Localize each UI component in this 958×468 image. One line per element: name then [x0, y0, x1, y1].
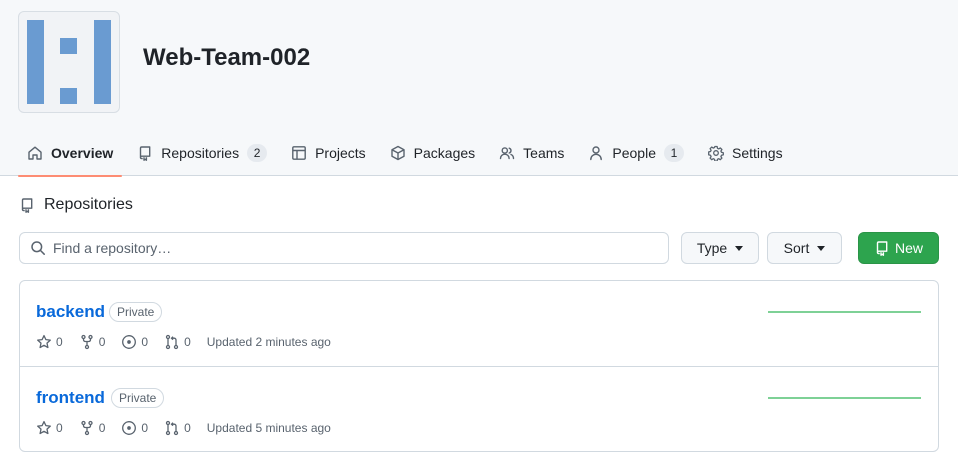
repo-name-link[interactable]: frontend — [36, 388, 105, 408]
tab-overview[interactable]: Overview — [18, 132, 123, 177]
fork-icon — [81, 420, 93, 436]
type-label: Type — [696, 240, 728, 256]
updated-time: Updated 5 minutes ago — [206, 421, 331, 435]
org-header: Web-Team-002 Overview Repositories 2 Pro… — [0, 0, 958, 177]
forks-count[interactable]: 0 — [79, 420, 105, 436]
org-avatar[interactable] — [18, 11, 120, 113]
repo-meta: 0 0 0 0 Updated 2 minutes ago — [36, 334, 331, 350]
repo-meta: 0 0 0 0 Updated 5 minutes ago — [36, 420, 331, 436]
fork-icon — [81, 334, 93, 350]
repo-item: frontend Private 0 0 0 0 Updated 5 minut… — [20, 366, 938, 451]
visibility-badge: Private — [111, 388, 165, 408]
new-repo-button[interactable]: New — [858, 232, 939, 264]
package-icon — [390, 145, 405, 161]
repo-icon — [21, 198, 33, 213]
caret-down-icon — [817, 245, 826, 251]
caret-down-icon — [735, 245, 744, 251]
tab-repositories[interactable]: Repositories 2 — [128, 132, 276, 176]
stars-count[interactable]: 0 — [36, 420, 63, 436]
sort-label: Sort — [783, 240, 810, 256]
forks-count[interactable]: 0 — [79, 334, 105, 350]
search-icon — [31, 241, 45, 255]
repo-icon — [876, 241, 888, 256]
star-icon — [37, 420, 51, 435]
repo-search-box[interactable] — [19, 232, 669, 264]
gear-icon — [708, 145, 724, 161]
section-title-text: Repositories — [44, 196, 133, 213]
tab-teams[interactable]: Teams — [490, 132, 573, 176]
people-count-badge: 1 — [663, 144, 684, 162]
repo-item: backend Private 0 0 0 0 Updated 2 minute… — [20, 281, 938, 366]
repositories-heading: Repositories — [19, 196, 133, 214]
pull-request-icon — [165, 334, 179, 350]
visibility-badge: Private — [109, 302, 163, 322]
activity-sparkline — [768, 397, 921, 399]
repo-name-link[interactable]: backend — [36, 302, 105, 322]
person-icon — [590, 146, 603, 161]
issues-count[interactable]: 0 — [121, 334, 148, 350]
tab-settings[interactable]: Settings — [699, 132, 792, 176]
tab-packages[interactable]: Packages — [381, 132, 484, 176]
activity-sparkline — [768, 311, 921, 313]
repo-list: backend Private 0 0 0 0 Updated 2 minute… — [19, 280, 939, 452]
pull-request-icon — [165, 420, 179, 436]
stars-count[interactable]: 0 — [36, 334, 63, 350]
updated-time: Updated 2 minutes ago — [206, 335, 331, 349]
star-icon — [37, 334, 51, 349]
tab-label: Settings — [731, 145, 783, 161]
issue-icon — [122, 421, 137, 435]
pulls-count[interactable]: 0 — [164, 334, 191, 350]
tab-label: Repositories — [161, 145, 240, 161]
issue-icon — [122, 335, 137, 349]
table-icon — [292, 146, 306, 160]
people-icon — [499, 147, 515, 160]
tab-label: Packages — [413, 145, 476, 161]
org-name: Web-Team-002 — [143, 44, 311, 71]
org-nav-tabs: Overview Repositories 2 Projects Package… — [18, 132, 798, 177]
tab-label: Projects — [315, 145, 366, 161]
tab-projects[interactable]: Projects — [282, 132, 375, 176]
repo-icon — [140, 146, 151, 161]
tab-label: Teams — [523, 145, 565, 161]
issues-count[interactable]: 0 — [121, 420, 148, 436]
tab-label: Overview — [51, 145, 114, 161]
tab-label: People — [612, 145, 656, 161]
tab-people[interactable]: People 1 — [579, 132, 693, 176]
type-filter-button[interactable]: Type — [681, 232, 759, 264]
new-label: New — [894, 240, 923, 256]
home-icon — [28, 146, 42, 160]
sort-button[interactable]: Sort — [767, 232, 842, 264]
repo-search-input[interactable] — [53, 240, 653, 256]
pulls-count[interactable]: 0 — [164, 420, 191, 436]
repo-count-badge: 2 — [247, 144, 268, 162]
